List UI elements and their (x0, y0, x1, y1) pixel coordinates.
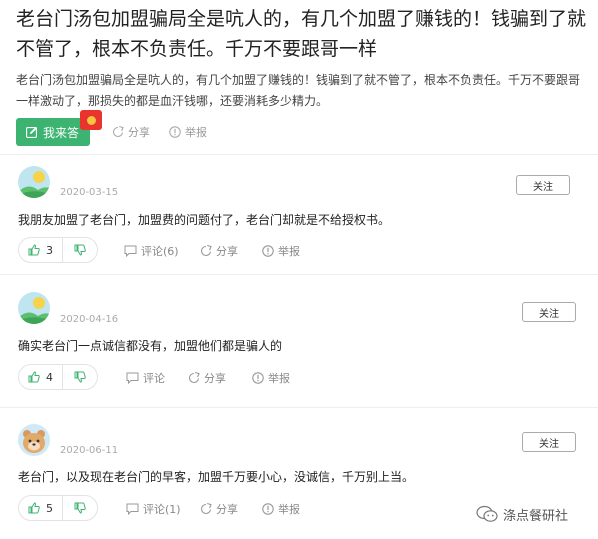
answer-date: 2020-03-15 (60, 187, 119, 198)
report-icon (262, 245, 274, 257)
upvote-button[interactable]: 3 (19, 238, 63, 262)
share-icon (112, 126, 124, 138)
watermark: 涤点餐研社 (476, 502, 588, 526)
share-icon (200, 503, 212, 515)
answer-text: 我朋友加盟了老台门，加盟费的问题付了，老台门却就是不给授权书。 (18, 213, 391, 227)
question-report-label: 举报 (185, 126, 207, 139)
report-button[interactable]: 举报 (262, 243, 300, 259)
share-label: 分享 (216, 503, 238, 516)
question-title: 老台门汤包加盟骗局全是吭人的，有几个加盟了赚钱的！钱骗到了就不管了，根本不负责任… (16, 8, 587, 60)
report-button[interactable]: 举报 (262, 501, 300, 517)
follow-button[interactable]: 关注 (522, 302, 576, 322)
share-button[interactable]: 分享 (200, 243, 238, 259)
follow-button[interactable]: 关注 (522, 432, 576, 452)
report-button[interactable]: 举报 (252, 370, 290, 386)
answer-button-label: 我来答 (43, 125, 80, 140)
comment-icon (126, 372, 139, 384)
question-description: 老台门汤包加盟骗局全是吭人的，有几个加盟了赚钱的！钱骗到了就不管了，根本不负责任… (16, 73, 581, 108)
report-icon (262, 503, 274, 515)
answer-button[interactable]: 我来答 (16, 118, 90, 146)
share-label: 分享 (216, 245, 238, 258)
share-icon (200, 245, 212, 257)
downvote-button[interactable] (63, 365, 97, 389)
answer-text: 老台门，以及现在老台门的早客，加盟千万要小心，没诚信，千万别上当。 (18, 470, 415, 484)
share-button[interactable]: 分享 (188, 370, 226, 386)
divider (0, 274, 598, 275)
comment-icon (124, 245, 137, 257)
wechat-official-account-icon (476, 505, 498, 522)
upvote-button[interactable]: 4 (19, 365, 63, 389)
share-icon (188, 372, 200, 384)
comment-button[interactable]: 评论(6) (124, 243, 179, 259)
comment-label: 评论(6) (141, 245, 179, 258)
comment-label: 评论 (143, 372, 165, 385)
upvote-count: 3 (46, 243, 53, 257)
question-share-button[interactable]: 分享 (112, 118, 150, 146)
upvote-count: 5 (46, 501, 53, 515)
comment-icon (126, 503, 139, 515)
question-report-button[interactable]: 举报 (169, 118, 207, 146)
upvote-button[interactable]: 5 (19, 496, 63, 520)
thumbs-down-icon (74, 502, 86, 514)
question-actions: 我来答 分享 举报 (16, 110, 336, 146)
comment-button[interactable]: 评论 (126, 370, 165, 386)
thumbs-up-icon (28, 502, 40, 514)
report-label: 举报 (278, 245, 300, 258)
upvote-count: 4 (46, 370, 53, 384)
edit-icon (26, 126, 38, 138)
report-icon (252, 372, 264, 384)
avatar[interactable] (18, 424, 50, 456)
question-share-label: 分享 (128, 126, 150, 139)
report-label: 举报 (278, 503, 300, 516)
thumbs-up-icon (28, 244, 40, 256)
report-icon (169, 126, 181, 138)
vote-box: 4 (18, 364, 98, 390)
red-packet-icon (80, 110, 102, 130)
comment-button[interactable]: 评论(1) (126, 501, 181, 517)
downvote-button[interactable] (63, 238, 97, 262)
avatar[interactable] (18, 292, 50, 324)
answer-text: 确实老台门一点诚信都没有，加盟他们都是骗人的 (18, 339, 283, 353)
share-button[interactable]: 分享 (200, 501, 238, 517)
vote-box: 5 (18, 495, 98, 521)
answer-date: 2020-06-11 (60, 445, 119, 456)
downvote-button[interactable] (63, 496, 97, 520)
thumbs-down-icon (74, 371, 86, 383)
share-label: 分享 (204, 372, 226, 385)
divider (0, 407, 598, 408)
watermark-text: 涤点餐研社 (503, 508, 569, 524)
follow-button[interactable]: 关注 (516, 175, 570, 195)
divider (0, 154, 598, 155)
report-label: 举报 (268, 372, 290, 385)
thumbs-up-icon (28, 371, 40, 383)
vote-box: 3 (18, 237, 98, 263)
thumbs-down-icon (74, 244, 86, 256)
comment-label: 评论(1) (143, 503, 181, 516)
answer-date: 2020-04-16 (60, 314, 119, 325)
avatar[interactable] (18, 166, 50, 198)
